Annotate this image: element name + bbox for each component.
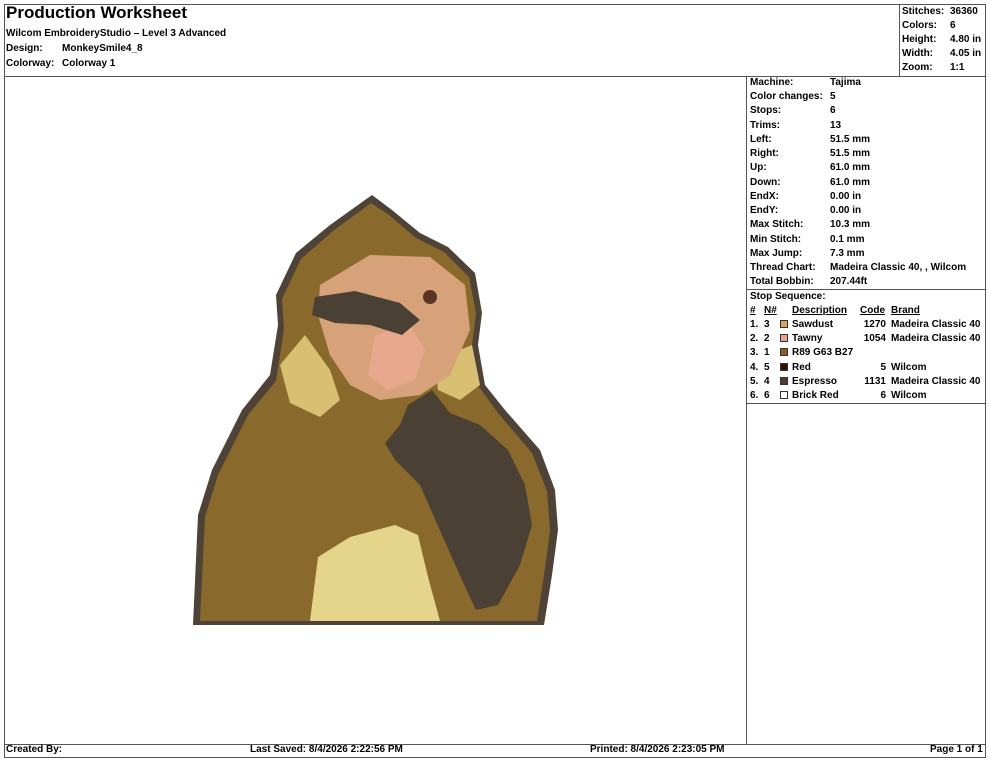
row-needle: 5 <box>764 362 770 373</box>
row-description: Brick Red <box>792 390 839 401</box>
color-swatch <box>780 320 788 328</box>
row-needle: 6 <box>764 390 770 401</box>
detail-label: Right: <box>750 148 779 159</box>
summary-label: Stitches: <box>902 6 945 17</box>
detail-label: Machine: <box>750 77 794 88</box>
detail-value: 6 <box>830 105 836 116</box>
color-swatch <box>780 363 788 371</box>
row-brand: Madeira Classic 40 <box>891 333 981 344</box>
color-swatch <box>780 391 788 399</box>
row-code: 1270 <box>863 319 886 330</box>
software-name: Wilcom EmbroideryStudio – Level 3 Advanc… <box>6 28 227 39</box>
row-description: Espresso <box>792 376 838 387</box>
color-swatch <box>780 334 788 342</box>
row-description: R89 G63 B27 <box>792 347 854 358</box>
row-index: 5. <box>750 376 759 387</box>
footer-divider <box>4 744 986 745</box>
summary-value: 1:1 <box>950 62 965 73</box>
summary-value: 6 <box>950 20 956 31</box>
detail-value: 207.44ft <box>830 276 868 287</box>
design-preview <box>193 195 558 625</box>
details-divider <box>746 289 986 290</box>
col-header-needle: N# <box>764 305 777 316</box>
col-header-code: Code <box>860 305 885 316</box>
last-saved: Last Saved: 8/4/2026 2:22:56 PM <box>250 744 403 755</box>
row-code: 1131 <box>864 376 886 387</box>
page-title: Production Worksheet <box>6 3 188 22</box>
row-index: 2. <box>750 333 759 344</box>
row-code: 5 <box>880 362 886 373</box>
detail-label: Up: <box>750 162 767 173</box>
info-panel-divider <box>746 76 747 745</box>
detail-value: 61.0 mm <box>830 162 871 173</box>
detail-label: Color changes: <box>750 91 823 102</box>
detail-label: EndY: <box>750 205 779 216</box>
detail-label: Max Jump: <box>750 248 803 259</box>
printed-date: Printed: 8/4/2026 2:23:05 PM <box>590 744 725 755</box>
detail-value: Tajima <box>830 77 861 88</box>
row-brand: Wilcom <box>891 390 927 401</box>
detail-value: 61.0 mm <box>830 177 871 188</box>
detail-value: 13 <box>830 120 842 131</box>
summary-label: Height: <box>902 34 937 45</box>
detail-value: 51.5 mm <box>830 134 871 145</box>
detail-label: EndX: <box>750 191 779 202</box>
detail-label: Trims: <box>750 120 781 131</box>
col-header-brand: Brand <box>891 305 920 316</box>
color-swatch <box>780 377 788 385</box>
created-by: Created By: <box>6 744 63 755</box>
summary-divider <box>899 4 900 76</box>
row-index: 3. <box>750 347 759 358</box>
row-description: Red <box>792 362 811 373</box>
detail-value: 7.3 mm <box>830 248 865 259</box>
detail-value: 10.3 mm <box>830 219 871 230</box>
design-label: Design: <box>6 43 43 54</box>
detail-value: Madeira Classic 40, , Wilcom <box>830 262 967 273</box>
row-code: 1054 <box>863 333 886 344</box>
summary-value: 4.05 in <box>950 48 982 59</box>
stop-sequence-divider <box>746 403 986 404</box>
detail-label: Max Stitch: <box>750 219 804 230</box>
summary-label: Zoom: <box>902 62 933 73</box>
col-header-description: Description <box>792 305 848 316</box>
detail-label: Left: <box>750 134 772 145</box>
detail-value: 0.00 in <box>830 191 862 202</box>
row-index: 1. <box>750 319 759 330</box>
row-needle: 2 <box>764 333 770 344</box>
row-needle: 4 <box>764 376 770 387</box>
detail-value: 5 <box>830 91 836 102</box>
summary-value: 36360 <box>950 6 978 17</box>
summary-label: Colors: <box>902 20 937 31</box>
row-index: 4. <box>750 362 759 373</box>
row-needle: 3 <box>764 319 770 330</box>
row-index: 6. <box>750 390 759 401</box>
colorway-value: Colorway 1 <box>62 58 116 69</box>
row-code: 6 <box>880 390 886 401</box>
row-description: Tawny <box>792 333 823 344</box>
summary-value: 4.80 in <box>950 34 982 45</box>
detail-label: Down: <box>750 177 781 188</box>
col-header-index: # <box>750 305 756 316</box>
design-eye <box>423 290 437 304</box>
detail-label: Stops: <box>750 105 782 116</box>
colorway-label: Colorway: <box>6 58 55 69</box>
detail-label: Min Stitch: <box>750 234 802 245</box>
row-needle: 1 <box>764 347 770 358</box>
row-brand: Madeira Classic 40 <box>891 319 981 330</box>
color-swatch <box>780 348 788 356</box>
row-brand: Wilcom <box>891 362 927 373</box>
detail-value: 51.5 mm <box>830 148 871 159</box>
embroidery-design-image <box>193 195 558 625</box>
design-value: MonkeySmile4_8 <box>62 43 143 54</box>
page-number: Page 1 of 1 <box>930 744 983 755</box>
detail-label: Thread Chart: <box>750 262 816 273</box>
row-description: Sawdust <box>792 319 834 330</box>
detail-value: 0.00 in <box>830 205 862 216</box>
stop-sequence-title: Stop Sequence: <box>750 291 826 302</box>
row-brand: Madeira Classic 40 <box>891 376 981 387</box>
summary-label: Width: <box>902 48 934 59</box>
detail-value: 0.1 mm <box>830 234 865 245</box>
detail-label: Total Bobbin: <box>750 276 814 287</box>
